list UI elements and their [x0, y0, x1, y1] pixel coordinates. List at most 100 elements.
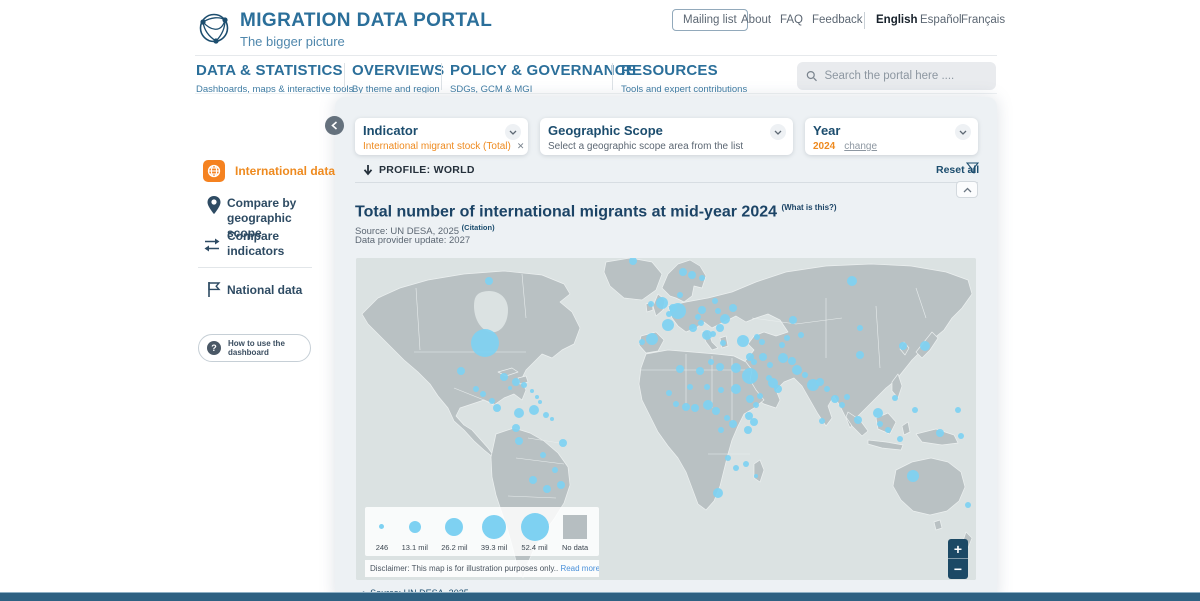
language-espanol[interactable]: Español: [920, 14, 962, 26]
map-bubble[interactable]: [757, 393, 763, 399]
citation-link[interactable]: (Citation): [462, 223, 495, 232]
map-bubble[interactable]: [689, 324, 697, 332]
geographic-scope-filter-card[interactable]: Geographic Scope Select a geographic sco…: [540, 118, 793, 155]
map-bubble[interactable]: [704, 384, 710, 390]
map-bubble[interactable]: [733, 465, 739, 471]
map-bubble[interactable]: [712, 298, 718, 304]
map-bubble[interactable]: [751, 359, 757, 365]
map-bubble[interactable]: [718, 427, 724, 433]
nav-item-data-statistics[interactable]: DATA & STATISTICS Dashboards, maps & int…: [196, 62, 353, 95]
search-input[interactable]: [824, 70, 987, 82]
map-bubble[interactable]: [899, 342, 907, 350]
map-bubble[interactable]: [703, 400, 713, 410]
map-bubble[interactable]: [715, 308, 721, 314]
chip-close-icon[interactable]: ✕: [517, 141, 525, 151]
map-bubble[interactable]: [798, 332, 804, 338]
sidebar-item-national-data[interactable]: National data: [227, 283, 302, 298]
map-bubble[interactable]: [656, 297, 668, 309]
map-bubble[interactable]: [936, 429, 944, 437]
year-filter-card[interactable]: Year 2024change: [805, 118, 978, 155]
map-bubble[interactable]: [819, 418, 825, 424]
faq-link[interactable]: FAQ: [780, 14, 803, 26]
sidebar-item-international-data[interactable]: International data: [203, 160, 335, 182]
map-bubble[interactable]: [538, 400, 542, 404]
map-bubble[interactable]: [699, 275, 705, 281]
map-bubble[interactable]: [687, 384, 693, 390]
map-bubble[interactable]: [698, 306, 706, 314]
about-link[interactable]: About: [741, 14, 771, 26]
nav-item-overviews[interactable]: OVERVIEWS By theme and region: [352, 62, 444, 95]
world-map[interactable]: 24613.1 mil26.2 mil39.3 mil52.4 milNo da…: [356, 258, 976, 580]
map-bubble[interactable]: [743, 461, 749, 467]
read-more-link[interactable]: Read more: [560, 564, 599, 573]
portal-title[interactable]: MIGRATION DATA PORTAL: [240, 10, 492, 32]
nav-item-resources[interactable]: RESOURCES Tools and expert contributions: [621, 62, 747, 95]
map-bubble[interactable]: [792, 365, 802, 375]
map-bubble[interactable]: [688, 271, 696, 279]
map-bubble[interactable]: [897, 436, 903, 442]
map-bubble[interactable]: [759, 353, 767, 361]
map-bubble[interactable]: [639, 339, 645, 345]
map-bubble[interactable]: [559, 439, 567, 447]
map-bubble[interactable]: [702, 330, 712, 340]
map-bubble[interactable]: [514, 408, 524, 418]
map-bubble[interactable]: [718, 387, 724, 393]
indicator-dropdown-button[interactable]: [505, 124, 521, 140]
zoom-in-button[interactable]: +: [948, 539, 968, 559]
map-bubble[interactable]: [724, 415, 730, 421]
map-bubble[interactable]: [529, 476, 537, 484]
collapse-filters-button[interactable]: [956, 181, 978, 198]
map-bubble[interactable]: [550, 417, 554, 421]
map-bubble[interactable]: [920, 341, 930, 351]
map-bubble[interactable]: [493, 404, 501, 412]
map-bubble[interactable]: [774, 385, 782, 393]
map-bubble[interactable]: [673, 401, 679, 407]
map-bubble[interactable]: [666, 390, 672, 396]
map-bubble[interactable]: [457, 367, 465, 375]
year-change-link[interactable]: change: [844, 141, 877, 152]
map-bubble[interactable]: [873, 408, 883, 418]
map-bubble[interactable]: [489, 398, 495, 404]
map-bubble[interactable]: [500, 373, 508, 381]
map-bubble[interactable]: [720, 314, 730, 324]
map-bubble[interactable]: [839, 402, 845, 408]
map-bubble[interactable]: [877, 421, 883, 427]
map-bubble[interactable]: [759, 339, 765, 345]
map-bubble[interactable]: [695, 314, 701, 320]
geographic-scope-dropdown-button[interactable]: [770, 124, 786, 140]
map-bubble[interactable]: [535, 395, 539, 399]
map-bubble[interactable]: [958, 433, 964, 439]
map-bubble[interactable]: [662, 319, 674, 331]
what-is-this-link[interactable]: (What is this?): [781, 203, 836, 212]
map-bubble[interactable]: [713, 488, 723, 498]
feedback-link[interactable]: Feedback: [812, 14, 863, 26]
map-bubble[interactable]: [530, 389, 534, 393]
map-bubble[interactable]: [731, 384, 741, 394]
zoom-out-button[interactable]: −: [948, 559, 968, 579]
map-bubble[interactable]: [767, 362, 773, 368]
map-bubble[interactable]: [557, 481, 565, 489]
map-bubble[interactable]: [856, 351, 864, 359]
map-bubble[interactable]: [473, 386, 479, 392]
map-bubble[interactable]: [729, 304, 737, 312]
mailing-list-button[interactable]: Mailing list: [672, 9, 748, 31]
map-bubble[interactable]: [729, 420, 737, 428]
map-bubble[interactable]: [784, 335, 790, 341]
map-bubble[interactable]: [512, 424, 520, 432]
map-bubble[interactable]: [691, 404, 699, 412]
map-bubble[interactable]: [708, 359, 714, 365]
language-francais[interactable]: Français: [961, 14, 1005, 26]
map-bubble[interactable]: [725, 455, 731, 461]
map-bubble[interactable]: [854, 416, 862, 424]
map-bubble[interactable]: [696, 367, 704, 375]
map-bubble[interactable]: [754, 334, 760, 340]
language-english[interactable]: English: [876, 14, 918, 26]
map-bubble[interactable]: [955, 407, 961, 413]
map-bubble[interactable]: [857, 325, 863, 331]
map-bubble[interactable]: [789, 316, 797, 324]
map-bubble[interactable]: [885, 427, 891, 433]
map-bubble[interactable]: [907, 470, 919, 482]
map-bubble[interactable]: [508, 386, 512, 390]
collapse-sidebar-button[interactable]: [325, 116, 344, 135]
map-bubble[interactable]: [737, 335, 749, 347]
